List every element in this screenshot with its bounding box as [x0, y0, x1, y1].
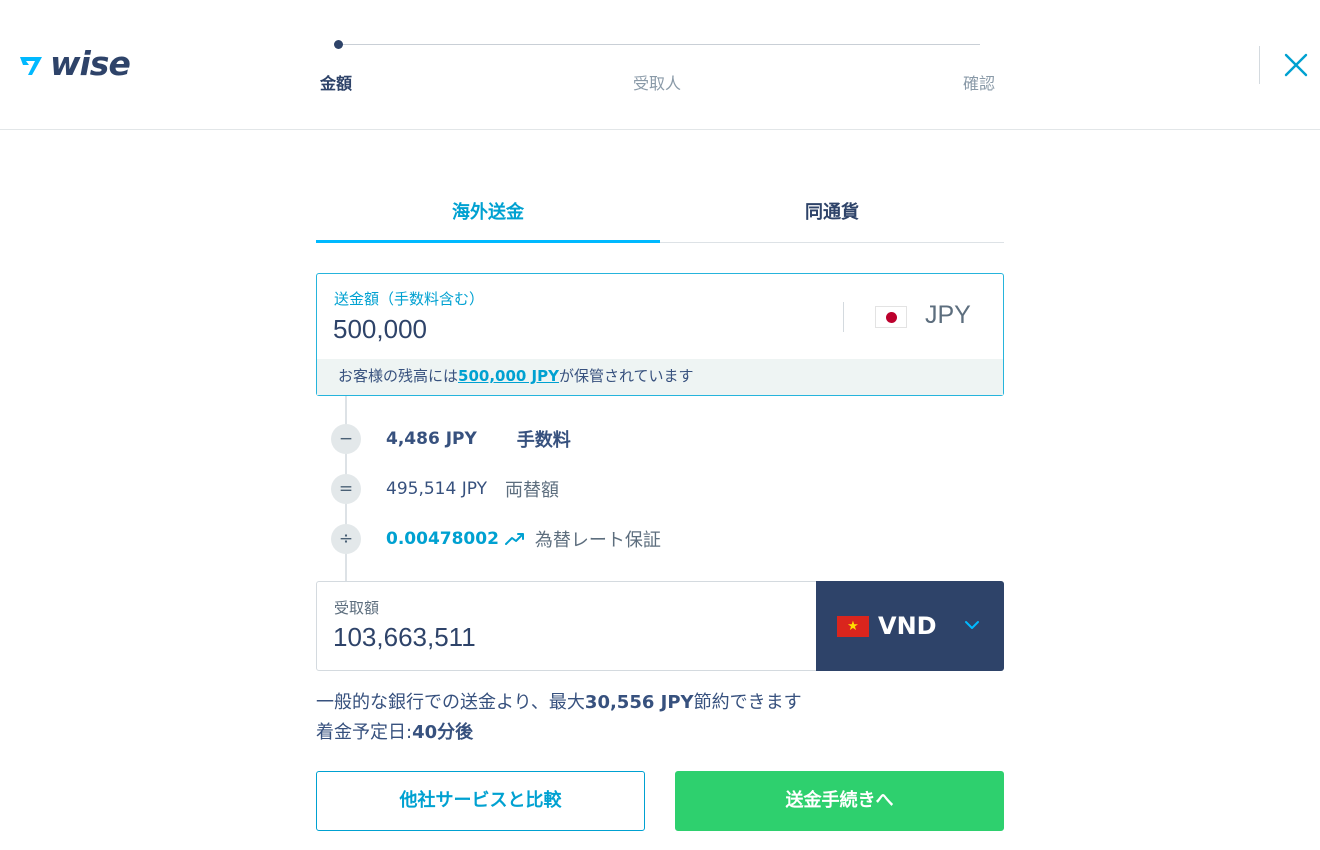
minus-icon: − [331, 424, 361, 454]
tab-same-currency[interactable]: 同通貨 [660, 190, 1004, 243]
receive-amount-label: 受取額 [334, 599, 380, 617]
fee-label[interactable]: 手数料 [517, 426, 571, 452]
fee-row: − 4,486 JPY 手数料 [331, 424, 571, 454]
japan-flag-icon [875, 306, 907, 328]
send-currency-divider [843, 302, 844, 332]
header-divider [1259, 46, 1260, 84]
continue-transfer-button[interactable]: 送金手続きへ [675, 771, 1004, 831]
exchange-rate[interactable]: 0.00478002 [386, 529, 499, 549]
send-amount-label: 送金額（手数料含む） [334, 290, 485, 308]
eta-prefix: 着金予定日: [316, 722, 413, 743]
step-amount[interactable]: 金額 [320, 73, 352, 95]
rate-row: ÷ 0.00478002 為替レート保証 [331, 524, 661, 554]
receive-amount-input[interactable] [333, 622, 793, 653]
delivery-estimate: 着金予定日:40分後 [316, 720, 473, 746]
tab-international[interactable]: 海外送金 [316, 190, 660, 243]
progress-stepper: 金額 受取人 確認 [320, 36, 1010, 106]
converted-amount: 495,514 JPY [386, 479, 487, 499]
trend-up-icon [504, 533, 524, 545]
balance-suffix: が保管されています [559, 367, 694, 385]
equals-icon: = [331, 474, 361, 504]
converted-label: 両替額 [504, 480, 559, 501]
savings-notice: 一般的な銀行での送金より、最大30,556 JPY節約できます [316, 690, 802, 716]
send-amount-box: 送金額（手数料含む） JPY お客様の残高には500,000 JPYが保管されて… [316, 273, 1004, 396]
wise-flag-icon [20, 57, 42, 75]
step-review[interactable]: 確認 [963, 73, 995, 95]
vietnam-flag-icon [837, 616, 869, 637]
logo-text: wise [50, 44, 131, 83]
close-icon[interactable] [1281, 50, 1311, 80]
balance-link[interactable]: 500,000 JPY [458, 367, 559, 385]
savings-prefix: 一般的な銀行での送金より、最大 [316, 692, 585, 713]
eta-value: 40分後 [412, 722, 474, 743]
stepper-current-dot [334, 40, 343, 49]
savings-suffix: 節約できます [693, 692, 802, 713]
transfer-type-tabs: 海外送金 同通貨 [316, 190, 1004, 243]
converted-row: = 495,514 JPY 両替額 [331, 474, 559, 504]
receive-currency-code: VND [878, 612, 937, 640]
receive-amount-box: 受取額 VND [316, 581, 1004, 671]
top-header: wise 金額 受取人 確認 [0, 0, 1320, 130]
compare-services-button[interactable]: 他社サービスと比較 [316, 771, 645, 831]
wise-logo[interactable]: wise [18, 44, 131, 83]
send-amount-input[interactable] [333, 314, 813, 345]
send-currency-code: JPY [925, 301, 971, 329]
balance-prefix: お客様の残高には [338, 367, 459, 385]
balance-notice: お客様の残高には500,000 JPYが保管されています [317, 359, 1003, 395]
receive-currency-select[interactable]: VND [816, 581, 1004, 671]
chevron-down-icon [965, 621, 979, 629]
step-recipient[interactable]: 受取人 [633, 73, 681, 95]
savings-amount: 30,556 JPY [584, 692, 694, 713]
fee-amount: 4,486 JPY [386, 429, 477, 449]
stepper-line [338, 44, 980, 45]
divide-icon: ÷ [331, 524, 361, 554]
rate-guarantee-label[interactable]: 為替レート保証 [535, 526, 661, 552]
